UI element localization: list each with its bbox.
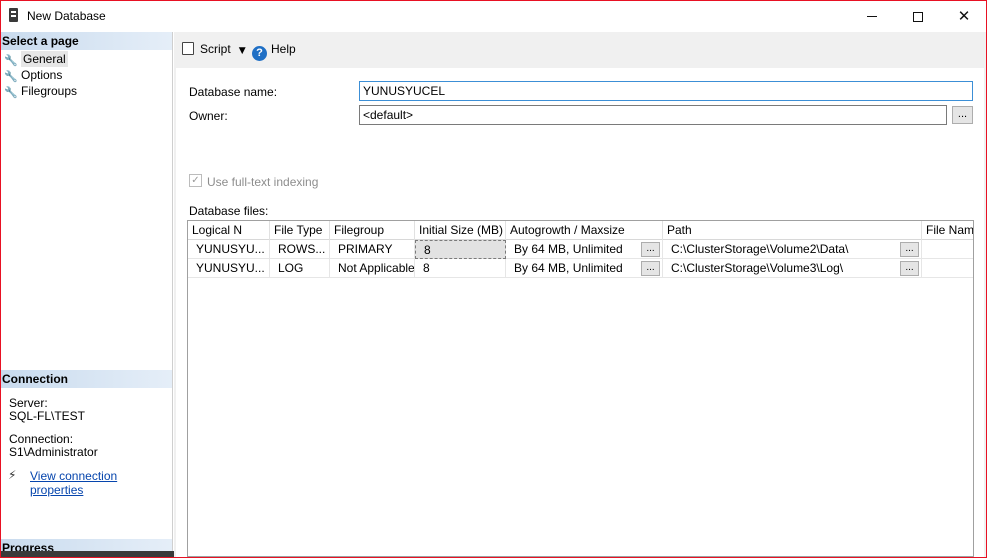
- wrench-icon: 🔧: [4, 70, 18, 83]
- database-files-grid: Logical N File Type Filegroup Initial Si…: [187, 220, 974, 557]
- general-page: Database name: YUNUSYUCEL Owner: <defaul…: [176, 68, 984, 557]
- column-header-logical-name[interactable]: Logical N: [188, 221, 270, 240]
- page-filegroups[interactable]: 🔧 Filegroups: [4, 83, 77, 99]
- column-header-autogrowth[interactable]: Autogrowth / Maxsize: [506, 221, 663, 240]
- database-icon: [9, 8, 18, 22]
- cell-file-name[interactable]: [922, 240, 973, 259]
- minimize-icon: [867, 16, 877, 17]
- page-options-label: Options: [21, 68, 63, 82]
- script-icon: [182, 42, 194, 55]
- path-value: C:\ClusterStorage\Volume3\Log\: [671, 261, 844, 275]
- minimize-button[interactable]: [849, 1, 895, 31]
- connection-label: Connection:: [9, 432, 74, 446]
- wrench-icon: 🔧: [4, 54, 18, 67]
- connection-value: S1\Administrator: [9, 445, 98, 459]
- server-value: SQL-FL\TEST: [9, 409, 86, 423]
- cell-autogrowth[interactable]: By 64 MB, Unlimited ...: [506, 240, 663, 259]
- page-options[interactable]: 🔧 Options: [4, 67, 62, 83]
- table-row[interactable]: YUNUSYU... LOG Not Applicable 8 By 64 MB…: [188, 259, 973, 278]
- autogrowth-edit-button[interactable]: ...: [641, 242, 660, 257]
- fulltext-label: Use full-text indexing: [207, 175, 319, 189]
- cell-initial-size[interactable]: 8: [415, 240, 506, 259]
- path-value: C:\ClusterStorage\Volume2\Data\: [671, 242, 849, 256]
- cell-path[interactable]: C:\ClusterStorage\Volume2\Data\ ...: [663, 240, 922, 259]
- cell-filegroup[interactable]: Not Applicable: [330, 259, 415, 278]
- connection-header: Connection: [1, 370, 172, 388]
- autogrowth-value: By 64 MB, Unlimited: [514, 242, 623, 256]
- maximize-button[interactable]: [895, 1, 941, 31]
- select-page-header: Select a page: [1, 32, 172, 50]
- page-general[interactable]: 🔧 General: [4, 51, 68, 67]
- page-filegroups-label: Filegroups: [21, 84, 78, 98]
- chevron-down-icon[interactable]: ▼: [239, 43, 246, 59]
- wrench-icon: 🔧: [4, 86, 18, 99]
- column-header-file-type[interactable]: File Type: [270, 221, 330, 240]
- autogrowth-edit-button[interactable]: ...: [641, 261, 660, 276]
- plug-icon: ⚡: [8, 468, 17, 482]
- grid-header: Logical N File Type Filegroup Initial Si…: [188, 221, 973, 240]
- help-label: Help: [271, 42, 296, 56]
- title-bar: New Database ✕: [1, 1, 986, 31]
- view-connection-properties-link[interactable]: View connection properties: [30, 469, 172, 497]
- column-header-initial-size[interactable]: Initial Size (MB): [415, 221, 506, 240]
- fulltext-checkbox[interactable]: ✓: [189, 174, 202, 187]
- autogrowth-value: By 64 MB, Unlimited: [514, 261, 623, 275]
- owner-input[interactable]: <default>: [359, 105, 947, 125]
- owner-label: Owner:: [189, 109, 228, 123]
- script-button[interactable]: Script ▼: [182, 41, 246, 57]
- left-pane: Select a page 🔧 General 🔧 Options 🔧 Filegro…: [1, 32, 273, 557]
- cell-initial-size[interactable]: 8: [415, 259, 506, 278]
- maximize-icon: [913, 11, 923, 22]
- column-header-file-name[interactable]: File Name: [922, 221, 973, 240]
- database-name-input[interactable]: YUNUSYUCEL: [359, 81, 973, 101]
- toolbar: Script ▼ ? Help: [174, 32, 986, 66]
- table-row[interactable]: YUNUSYU... ROWS... PRIMARY 8 By 64 MB, U…: [188, 240, 973, 259]
- cell-logical-name[interactable]: YUNUSYU...: [188, 240, 270, 259]
- path-browse-button[interactable]: ...: [900, 261, 919, 276]
- help-button[interactable]: ? Help: [252, 41, 296, 61]
- database-name-label: Database name:: [189, 85, 278, 99]
- cell-path[interactable]: C:\ClusterStorage\Volume3\Log\ ...: [663, 259, 922, 278]
- cell-filegroup[interactable]: PRIMARY: [330, 240, 415, 259]
- close-button[interactable]: ✕: [941, 1, 986, 31]
- column-header-path[interactable]: Path: [663, 221, 922, 240]
- column-header-filegroup[interactable]: Filegroup: [330, 221, 415, 240]
- script-label: Script: [200, 42, 231, 56]
- cell-autogrowth[interactable]: By 64 MB, Unlimited ...: [506, 259, 663, 278]
- cell-file-type[interactable]: ROWS...: [270, 240, 330, 259]
- window-title: New Database: [27, 9, 106, 23]
- cell-file-type[interactable]: LOG: [270, 259, 330, 278]
- content-pane: Script ▼ ? Help Database name: YUNUSYUCEL …: [174, 32, 986, 557]
- new-database-window: New Database ✕ Select a page 🔧 General 🔧 O…: [0, 0, 987, 558]
- database-files-label: Database files:: [189, 204, 269, 218]
- cell-logical-name[interactable]: YUNUSYU...: [188, 259, 270, 278]
- server-label: Server:: [9, 396, 48, 410]
- help-icon: ?: [252, 46, 267, 61]
- page-general-label: General: [21, 51, 68, 67]
- owner-browse-button[interactable]: ...: [952, 106, 973, 124]
- cell-file-name[interactable]: [922, 259, 973, 278]
- path-browse-button[interactable]: ...: [900, 242, 919, 257]
